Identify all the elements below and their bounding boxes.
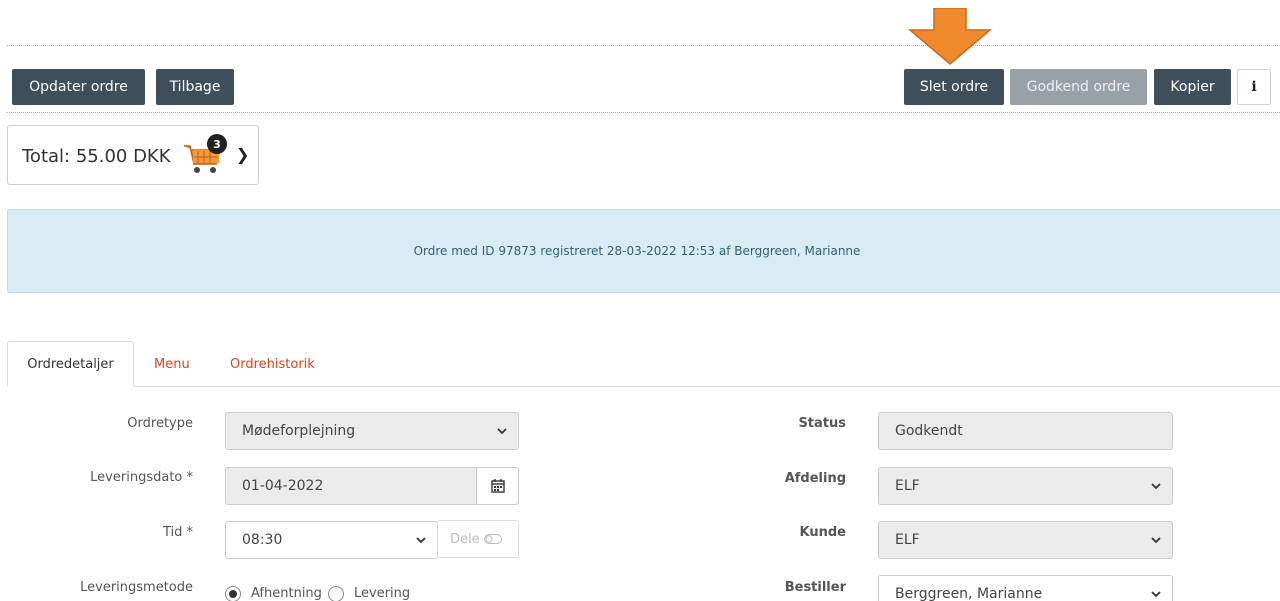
radio-pickup-label: Afhentning (251, 586, 322, 601)
update-order-button[interactable]: Opdater ordre (12, 69, 145, 105)
copy-button[interactable]: Kopier (1154, 69, 1231, 105)
order-tabs: Ordredetaljer Menu Ordrehistorik (7, 341, 1280, 387)
tab-order-details[interactable]: Ordredetaljer (7, 341, 134, 387)
status-label: Status (798, 416, 846, 431)
delivery-method-label: Leveringsmetode (80, 580, 193, 595)
info-button[interactable]: i (1237, 69, 1271, 105)
chevron-down-icon (497, 428, 507, 435)
radio-delivery[interactable] (328, 586, 344, 601)
cart-total: Total: 55.00 DKK (22, 146, 171, 167)
cart-summary[interactable]: Total: 55.00 DKK 3 ❯ (7, 125, 259, 185)
chevron-down-icon (1151, 483, 1161, 490)
time-label: Tid * (162, 525, 193, 540)
department-label: Afdeling (784, 471, 846, 486)
tab-order-history[interactable]: Ordrehistorik (230, 341, 315, 387)
orderer-value: Berggreen, Marianne (895, 586, 1043, 601)
orderer-label: Bestiller (784, 580, 846, 595)
radio-delivery-label: Levering (354, 586, 411, 601)
tab-menu[interactable]: Menu (154, 341, 190, 387)
chevron-down-icon (1151, 591, 1161, 598)
department-select[interactable]: ELF (878, 467, 1173, 505)
time-value: 08:30 (242, 532, 283, 548)
order-info-text: Ordre med ID 97873 registreret 28-03-202… (413, 244, 861, 258)
delivery-date-label: Leveringsdato * (90, 470, 193, 485)
delivery-date-value: 01-04-2022 (242, 478, 324, 494)
order-type-select[interactable]: Mødeforplejning (225, 412, 519, 450)
approve-order-button[interactable]: Godkend ordre (1010, 69, 1147, 105)
department-value: ELF (895, 478, 920, 494)
share-label: Dele (450, 531, 480, 547)
status-value: Godkendt (895, 423, 963, 439)
customer-label: Kunde (799, 525, 846, 540)
chevron-down-icon (416, 537, 426, 544)
radio-pickup[interactable] (225, 586, 241, 601)
calendar-icon[interactable] (476, 468, 518, 504)
time-select[interactable]: 08:30 (225, 521, 438, 559)
delete-order-button[interactable]: Slet ordre (904, 69, 1004, 105)
toggle-icon (483, 534, 502, 544)
customer-value: ELF (895, 532, 920, 548)
share-toggle[interactable]: Dele (437, 520, 519, 558)
order-type-label: Ordretype (127, 416, 193, 431)
cart-count-badge: 3 (207, 134, 227, 154)
customer-select[interactable]: ELF (878, 521, 1173, 559)
toolbar-divider (7, 112, 1280, 113)
back-button[interactable]: Tilbage (156, 69, 234, 105)
chevron-right-icon[interactable]: ❯ (236, 145, 249, 164)
top-divider (7, 45, 1280, 46)
chevron-down-icon (1151, 537, 1161, 544)
status-field: Godkendt (878, 412, 1173, 450)
delivery-date-field[interactable]: 01-04-2022 (225, 467, 519, 505)
orderer-select[interactable]: Berggreen, Marianne (878, 575, 1173, 601)
order-info-banner: Ordre med ID 97873 registreret 28-03-202… (7, 209, 1280, 293)
arrow-down-icon (908, 8, 992, 65)
order-type-value: Mødeforplejning (242, 423, 356, 439)
